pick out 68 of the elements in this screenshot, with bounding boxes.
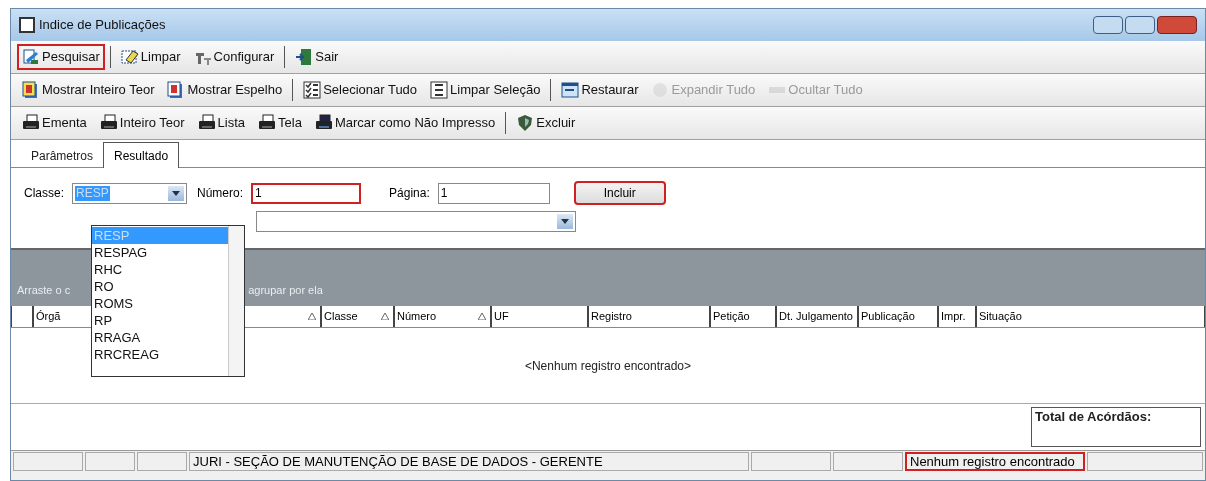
dropdown-value: RESP xyxy=(75,185,110,201)
dropdown-option[interactable]: RHC xyxy=(92,261,228,278)
scrollbar[interactable] xyxy=(228,226,244,376)
toolbar-button[interactable]: Configurar xyxy=(188,44,280,70)
field-label: Número: xyxy=(197,185,244,202)
column-header[interactable]: Dt. Julgamento xyxy=(776,306,858,327)
exit-door-icon xyxy=(295,48,314,66)
field-label: Página: xyxy=(389,185,430,202)
dropdown-option[interactable]: RO xyxy=(92,278,228,295)
column-header[interactable]: Classe xyxy=(321,306,394,327)
column-header[interactable]: Impr. xyxy=(938,306,976,327)
toolbar-button[interactable]: Sair xyxy=(290,44,344,70)
book-icon xyxy=(22,81,40,99)
toolbar-button[interactable]: Restaurar xyxy=(556,77,644,103)
dropdown-option[interactable]: RESPAG xyxy=(92,244,228,261)
page-field[interactable]: 1 xyxy=(437,182,550,204)
search-icon xyxy=(22,48,40,66)
toolbar-button[interactable]: Limpar xyxy=(115,44,186,70)
toolbar-button[interactable]: Mostrar Inteiro Teor xyxy=(17,77,160,103)
status-text: JURI - SEÇÃO DE MANUTENÇÃO DE BASE DE DADOS - GERENTE xyxy=(189,452,749,471)
toolbar-button[interactable]: Selecionar Tudo xyxy=(298,77,423,103)
window-icon xyxy=(561,81,580,99)
field-label: Classe: xyxy=(24,185,64,202)
toolbar-button[interactable]: Tela xyxy=(253,110,307,136)
printer-icon xyxy=(258,114,277,132)
printer-icon xyxy=(314,114,333,132)
tab[interactable]: Parâmetros xyxy=(21,145,104,167)
number-field[interactable]: 1 xyxy=(251,182,362,204)
shield-icon xyxy=(516,114,535,132)
dropdown[interactable] xyxy=(256,210,576,232)
toolbar-button[interactable]: Excluir xyxy=(511,110,581,136)
dropdown-option[interactable]: RP xyxy=(92,312,228,329)
column-header[interactable]: Registro xyxy=(588,306,710,327)
printer-icon xyxy=(99,114,118,132)
column-header[interactable]: Petição xyxy=(710,306,776,327)
tab[interactable]: Resultado xyxy=(103,142,180,168)
total-label: Total de Acórdãos: xyxy=(1031,407,1201,447)
checklist-icon xyxy=(303,81,322,99)
minimize-button[interactable] xyxy=(1093,16,1123,34)
eraser-icon xyxy=(120,48,139,66)
toolbar-button[interactable]: Lista xyxy=(192,110,251,136)
toolbar-button[interactable]: Limpar Seleção xyxy=(425,77,546,103)
toolbar-button[interactable]: Ementa xyxy=(17,110,92,136)
column-header[interactable]: Publicação xyxy=(858,306,938,327)
toolbar-button[interactable]: Marcar como Não Impresso xyxy=(309,110,501,136)
dropdown-option[interactable]: RRCREAG xyxy=(92,346,228,363)
printer-icon xyxy=(22,114,40,132)
dropdown-option[interactable]: ROMS xyxy=(92,295,228,312)
close-button[interactable] xyxy=(1157,16,1197,34)
dropdown-option[interactable]: RRAGA xyxy=(92,329,228,346)
circle-icon xyxy=(651,81,670,99)
column-header[interactable]: Número xyxy=(394,306,491,327)
group-hint-text: Arraste o c xyxy=(17,282,71,298)
include-button[interactable]: Incluir xyxy=(573,181,666,205)
column-header[interactable]: UF xyxy=(491,306,588,327)
status-text: Nenhum registro encontrado xyxy=(905,452,1085,471)
empty-message: <Nenhum registro encontrado> xyxy=(524,357,692,375)
window-title: Indice de Publicações xyxy=(39,16,166,35)
maximize-button[interactable] xyxy=(1125,16,1155,34)
column-header[interactable]: Situação xyxy=(976,306,1205,327)
app-icon xyxy=(19,17,35,33)
group-hint-text: agrupar por ela xyxy=(248,282,323,298)
list-icon xyxy=(430,81,449,99)
toolbar-button[interactable]: Mostrar Espelho xyxy=(162,77,288,103)
printer-icon xyxy=(197,114,216,132)
toolbar-button[interactable]: Inteiro Teor xyxy=(94,110,190,136)
toolbar-button[interactable]: Pesquisar xyxy=(17,44,105,70)
column-header[interactable] xyxy=(11,306,33,327)
